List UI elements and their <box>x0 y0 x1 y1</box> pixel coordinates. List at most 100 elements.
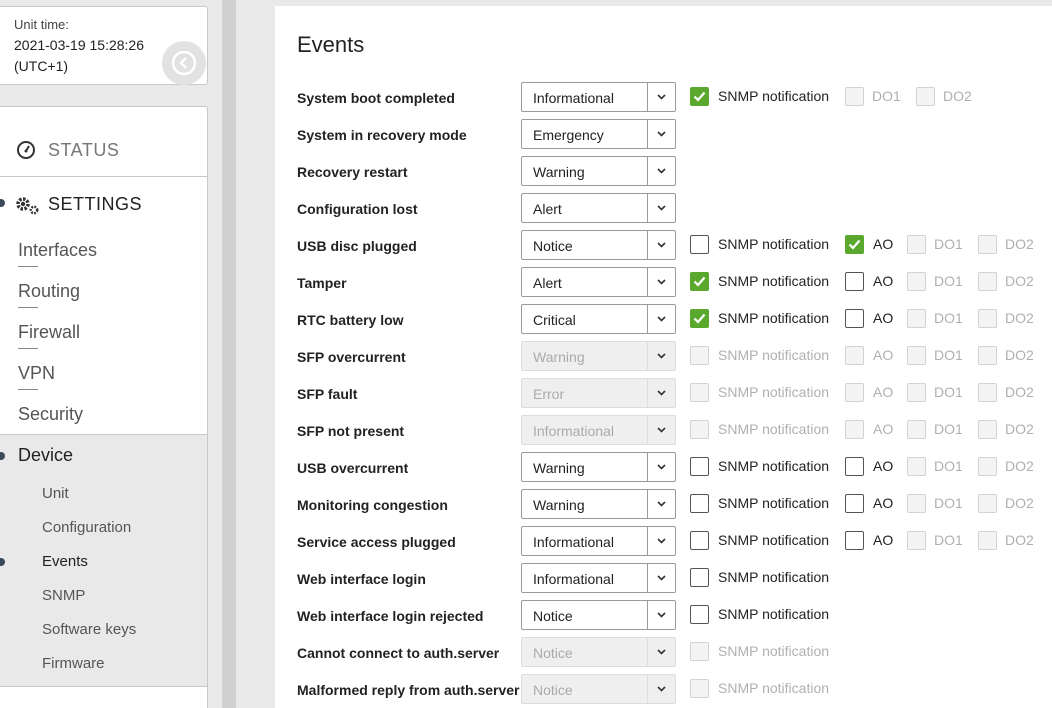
event-row: Recovery restart Warning <box>275 156 1052 187</box>
do1-checkbox[interactable] <box>907 494 926 513</box>
dropdown-arrow[interactable] <box>647 638 675 666</box>
severity-select[interactable]: Warning <box>521 489 676 519</box>
severity-select[interactable]: Warning <box>521 452 676 482</box>
do2-checkbox[interactable] <box>978 531 997 550</box>
ao-checkbox[interactable] <box>845 235 864 254</box>
dropdown-arrow[interactable] <box>647 342 675 370</box>
nav-subitem-software-keys[interactable]: Software keys <box>42 621 136 638</box>
severity-select[interactable]: Informational <box>521 563 676 593</box>
snmp-notification-checkbox[interactable] <box>690 568 709 587</box>
snmp-notification-checkbox[interactable] <box>690 272 709 291</box>
nav-item-security[interactable]: Security <box>18 404 83 425</box>
snmp-notification-checkbox[interactable] <box>690 87 709 106</box>
dropdown-arrow[interactable] <box>647 231 675 259</box>
snmp-notification-checkbox[interactable] <box>690 642 709 661</box>
dropdown-arrow[interactable] <box>647 675 675 703</box>
dropdown-arrow[interactable] <box>647 305 675 333</box>
severity-select[interactable]: Alert <box>521 193 676 223</box>
event-name: SFP not present <box>297 423 405 439</box>
dropdown-arrow[interactable] <box>647 83 675 111</box>
nav-item-routing[interactable]: Routing <box>18 281 80 308</box>
dropdown-arrow[interactable] <box>647 157 675 185</box>
snmp-notification-checkbox[interactable] <box>690 457 709 476</box>
do1-checkbox[interactable] <box>907 420 926 439</box>
do2-checkbox[interactable] <box>916 87 935 106</box>
dropdown-arrow[interactable] <box>647 268 675 296</box>
nav-device-label[interactable]: Device <box>18 445 73 466</box>
do1-checkbox[interactable] <box>907 531 926 550</box>
collapse-sidebar-button[interactable] <box>162 41 206 85</box>
severity-select[interactable]: Warning <box>521 341 676 371</box>
severity-select[interactable]: Warning <box>521 156 676 186</box>
do2-checkbox[interactable] <box>978 383 997 402</box>
nav-subitem-firmware[interactable]: Firmware <box>42 655 105 672</box>
ao-checkbox[interactable] <box>845 309 864 328</box>
nav-settings-label[interactable]: SETTINGS <box>48 194 142 215</box>
severity-select[interactable]: Informational <box>521 415 676 445</box>
do1-label: DO1 <box>934 310 963 326</box>
ao-checkbox[interactable] <box>845 346 864 365</box>
severity-value: Emergency <box>533 127 604 143</box>
severity-select[interactable]: Notice <box>521 637 676 667</box>
nav-item-interfaces[interactable]: Interfaces <box>18 240 97 267</box>
do1-checkbox[interactable] <box>907 457 926 476</box>
severity-select[interactable]: Notice <box>521 674 676 704</box>
dropdown-arrow[interactable] <box>647 527 675 555</box>
nav-item-firewall[interactable]: Firewall <box>18 322 80 349</box>
do2-checkbox[interactable] <box>978 420 997 439</box>
do2-checkbox[interactable] <box>978 346 997 365</box>
snmp-notification-checkbox[interactable] <box>690 383 709 402</box>
ao-checkbox[interactable] <box>845 272 864 291</box>
do2-checkbox[interactable] <box>978 272 997 291</box>
nav-subitem-snmp[interactable]: SNMP <box>42 587 85 604</box>
snmp-notification-checkbox[interactable] <box>690 346 709 365</box>
do2-checkbox[interactable] <box>978 309 997 328</box>
severity-select[interactable]: Informational <box>521 526 676 556</box>
nav-subitem-events[interactable]: Events <box>42 553 88 570</box>
snmp-notification-checkbox[interactable] <box>690 679 709 698</box>
dropdown-arrow[interactable] <box>647 601 675 629</box>
nav-subitem-unit[interactable]: Unit <box>42 485 69 502</box>
severity-select[interactable]: Error <box>521 378 676 408</box>
dropdown-arrow[interactable] <box>647 379 675 407</box>
severity-select[interactable]: Alert <box>521 267 676 297</box>
nav-next-section[interactable] <box>0 686 208 708</box>
sidebar-scrollbar[interactable] <box>222 0 236 708</box>
nav-status[interactable]: STATUS <box>0 106 208 177</box>
severity-select[interactable]: Emergency <box>521 119 676 149</box>
snmp-notification-checkbox[interactable] <box>690 420 709 439</box>
do1-checkbox[interactable] <box>907 309 926 328</box>
dropdown-arrow[interactable] <box>647 194 675 222</box>
nav-subitem-configuration[interactable]: Configuration <box>42 519 131 536</box>
ao-checkbox[interactable] <box>845 420 864 439</box>
dropdown-arrow[interactable] <box>647 490 675 518</box>
severity-select[interactable]: Informational <box>521 82 676 112</box>
snmp-notification-checkbox[interactable] <box>690 235 709 254</box>
nav-item-vpn[interactable]: VPN <box>18 363 55 390</box>
severity-select[interactable]: Notice <box>521 600 676 630</box>
ao-checkbox[interactable] <box>845 457 864 476</box>
dropdown-arrow[interactable] <box>647 416 675 444</box>
do2-checkbox[interactable] <box>978 457 997 476</box>
snmp-notification-checkbox[interactable] <box>690 494 709 513</box>
snmp-notification-checkbox[interactable] <box>690 531 709 550</box>
ao-checkbox[interactable] <box>845 494 864 513</box>
do2-checkbox[interactable] <box>978 494 997 513</box>
do1-checkbox[interactable] <box>907 346 926 365</box>
do1-checkbox[interactable] <box>907 235 926 254</box>
ao-checkbox[interactable] <box>845 383 864 402</box>
ao-label: AO <box>873 310 894 326</box>
do2-checkbox[interactable] <box>978 235 997 254</box>
dropdown-arrow[interactable] <box>647 120 675 148</box>
event-name: Malformed reply from auth.server <box>297 682 520 698</box>
severity-select[interactable]: Notice <box>521 230 676 260</box>
do1-checkbox[interactable] <box>907 383 926 402</box>
snmp-notification-checkbox[interactable] <box>690 605 709 624</box>
do1-checkbox[interactable] <box>845 87 864 106</box>
snmp-notification-checkbox[interactable] <box>690 309 709 328</box>
do1-checkbox[interactable] <box>907 272 926 291</box>
dropdown-arrow[interactable] <box>647 564 675 592</box>
dropdown-arrow[interactable] <box>647 453 675 481</box>
ao-checkbox[interactable] <box>845 531 864 550</box>
severity-select[interactable]: Critical <box>521 304 676 334</box>
